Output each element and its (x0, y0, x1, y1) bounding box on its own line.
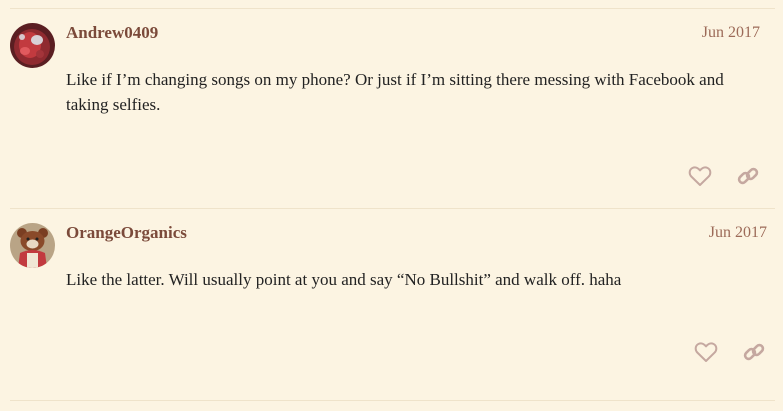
heart-icon (694, 342, 718, 362)
post-body: Like if I’m changing songs on my phone? … (66, 70, 724, 114)
post: OrangeOrganics Jun 2017 Like the latter.… (10, 208, 775, 407)
post-divider (10, 400, 775, 401)
heart-icon (688, 166, 712, 186)
post-divider (10, 8, 775, 9)
post-actions (655, 337, 775, 367)
user-avatar[interactable] (10, 23, 55, 68)
link-icon (737, 167, 759, 185)
red-toy-avatar-icon (10, 23, 55, 68)
post-body: Like the latter. Will usually point at y… (66, 270, 622, 289)
share-link-button[interactable] (733, 161, 763, 191)
like-button[interactable] (685, 161, 715, 191)
post-date[interactable]: Jun 2017 (702, 24, 760, 42)
user-avatar[interactable] (10, 223, 55, 268)
username[interactable]: OrangeOrganics (66, 223, 187, 243)
username[interactable]: Andrew0409 (66, 23, 158, 43)
post-actions (655, 161, 775, 191)
share-link-button[interactable] (739, 337, 769, 367)
post-date[interactable]: Jun 2017 (709, 224, 767, 242)
like-button[interactable] (691, 337, 721, 367)
post-divider (10, 208, 775, 209)
link-icon (743, 343, 765, 361)
post: Andrew0409 Jun 2017 Like if I’m changing… (10, 8, 775, 207)
cartoon-bear-avatar-icon (10, 223, 55, 268)
